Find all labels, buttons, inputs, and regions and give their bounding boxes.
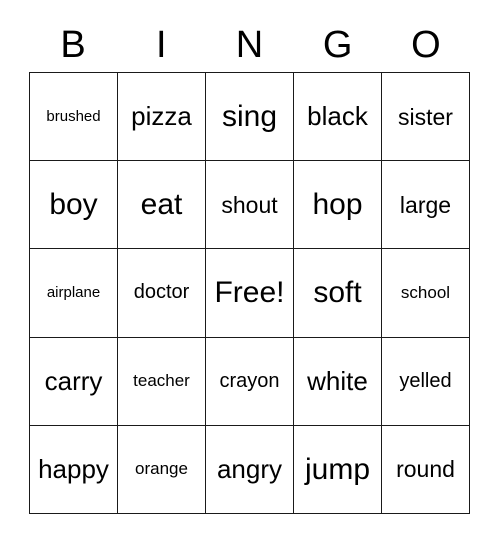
bingo-cell[interactable]: yelled [382, 337, 470, 426]
bingo-cell-label: hop [312, 188, 363, 222]
bingo-cell[interactable]: happy [30, 425, 118, 514]
bingo-cell-label: school [400, 283, 451, 303]
bingo-cell[interactable]: large [382, 161, 470, 250]
bingo-header-letter-n: N [235, 24, 264, 66]
bingo-header-letter-o: O [411, 24, 441, 66]
bingo-cell[interactable]: jump [294, 425, 382, 514]
bingo-cell-label: large [399, 191, 452, 218]
bingo-cell-label: sister [398, 103, 453, 130]
bingo-cell-label: round [396, 456, 455, 483]
bingo-cell-label: crayon [219, 369, 280, 392]
bingo-free-space-cell[interactable]: Free! [206, 249, 294, 338]
bingo-cell[interactable]: hop [294, 161, 382, 250]
bingo-cell[interactable]: shout [206, 161, 294, 250]
bingo-cell-label: carry [44, 365, 103, 396]
bingo-cell[interactable]: airplane [30, 249, 118, 338]
bingo-cell[interactable]: angry [206, 425, 294, 514]
bingo-header: BINGO [29, 20, 470, 70]
bingo-cell[interactable]: orange [118, 425, 206, 514]
bingo-cell[interactable]: white [294, 337, 382, 426]
bingo-cell[interactable]: sing [206, 73, 294, 162]
bingo-header-letter-b: B [60, 24, 86, 66]
bingo-card: B I N G O brushed pizza sing black sister boy eat s… [0, 0, 500, 544]
bingo-cell-label: yelled [399, 369, 452, 392]
bingo-cell[interactable]: round [382, 425, 470, 514]
bingo-cell-label: black [307, 100, 368, 131]
bingo-cell-label: Free! [214, 276, 285, 310]
bingo-cell-label: soft [313, 276, 362, 310]
bingo-header-letter-i: I [156, 24, 167, 66]
bingo-cell-label: pizza [131, 100, 192, 131]
bingo-cell-label: jump [304, 452, 371, 486]
bingo-cell-label: white [307, 365, 368, 396]
bingo-grid: brushed pizza sing black sister boy eat shout ho… [29, 72, 470, 514]
bingo-cell-label: boy [49, 188, 98, 222]
bingo-cell-label: airplane [46, 284, 101, 302]
bingo-cell[interactable]: school [382, 249, 470, 338]
bingo-cell[interactable]: black [294, 73, 382, 162]
bingo-cell-label: shout [221, 191, 278, 218]
bingo-cell[interactable]: sister [382, 73, 470, 162]
bingo-cell-label: eat [140, 188, 183, 222]
bingo-cell-label: happy [38, 453, 109, 484]
bingo-cell[interactable]: eat [118, 161, 206, 250]
bingo-cell[interactable]: brushed [30, 73, 118, 162]
bingo-cell-label: orange [135, 459, 188, 479]
bingo-cell[interactable]: carry [30, 337, 118, 426]
bingo-cell-label: angry [216, 453, 283, 484]
bingo-cell[interactable]: doctor [118, 249, 206, 338]
bingo-header-letter-g: G [322, 24, 353, 66]
bingo-cell[interactable]: soft [294, 249, 382, 338]
bingo-cell[interactable]: pizza [118, 73, 206, 162]
bingo-cell-label: doctor [133, 281, 190, 304]
bingo-cell-label: sing [221, 99, 278, 133]
bingo-cell[interactable]: crayon [206, 337, 294, 426]
bingo-cell[interactable]: teacher [118, 337, 206, 426]
bingo-cell-label: brushed [46, 107, 101, 125]
bingo-cell-label: teacher [133, 371, 190, 391]
bingo-cell[interactable]: boy [30, 161, 118, 250]
